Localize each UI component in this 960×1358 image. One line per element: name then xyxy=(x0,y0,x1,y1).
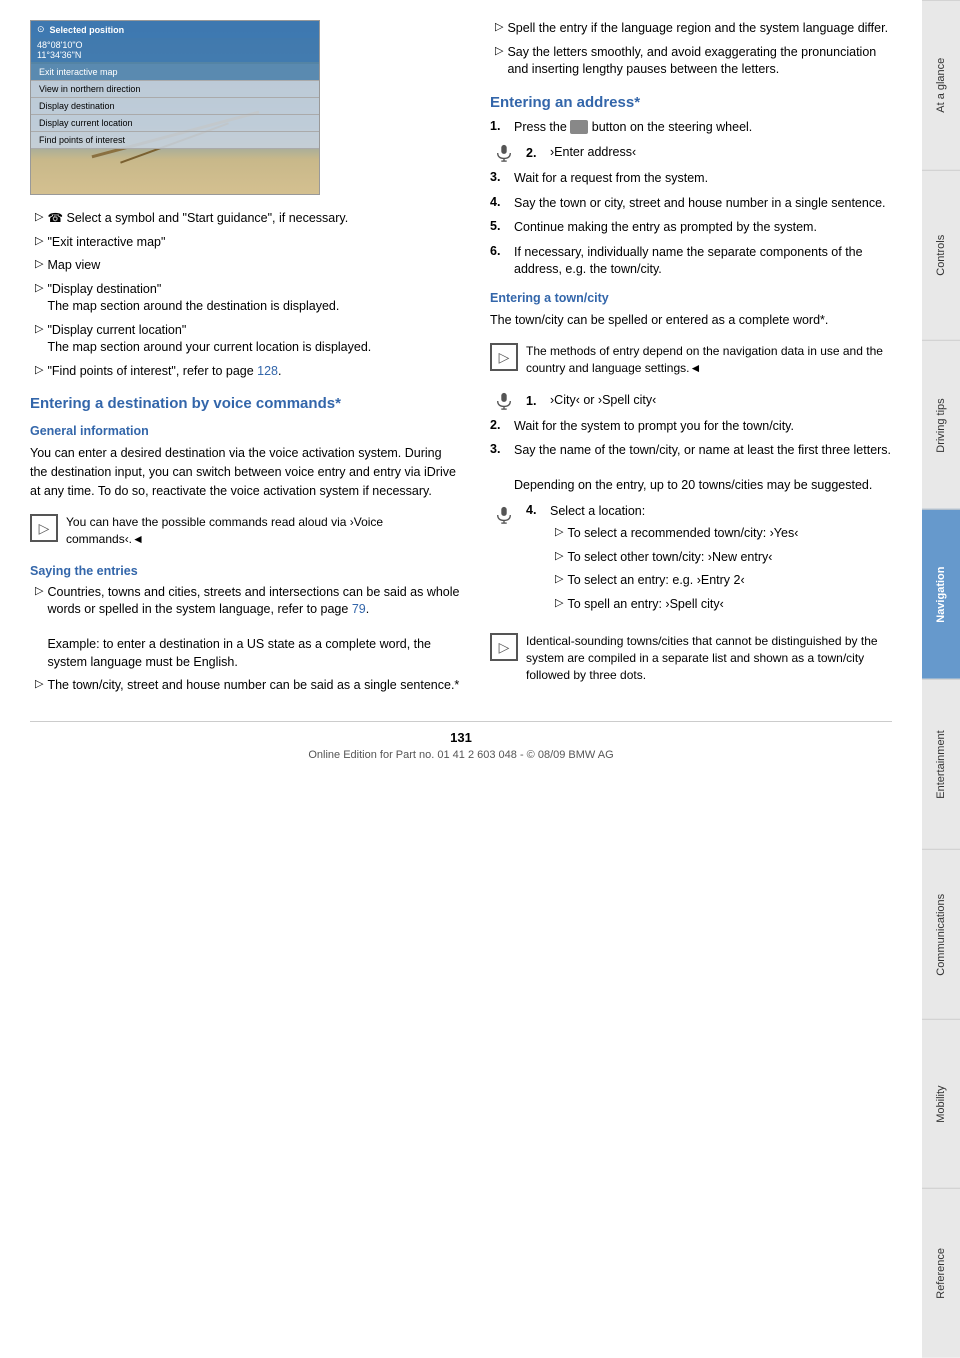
info-triangle-icon-3: ▷ xyxy=(490,633,518,661)
arrow-icon: ▷ xyxy=(495,20,503,33)
bullet-item-symbol: ▷ ☎ Select a symbol and "Start guidance"… xyxy=(30,210,460,228)
info-box-town: ▷ The methods of entry depend on the nav… xyxy=(490,339,892,381)
arrow-icon: ▷ xyxy=(555,572,563,587)
sub-heading-saying: Saying the entries xyxy=(30,564,460,578)
arrow-icon: ▷ xyxy=(35,363,43,376)
town-step-2: 2. Wait for the system to prompt you for… xyxy=(490,418,892,436)
page-footer: 131 Online Edition for Part no. 01 41 2 … xyxy=(30,721,892,761)
address-step-1: 1. Press the button on the steering whee… xyxy=(490,119,892,137)
info-triangle-icon-2: ▷ xyxy=(490,343,518,371)
sub-bullet-new: ▷ To select other town/city: ›New entry‹ xyxy=(550,549,892,567)
link-128[interactable]: 128 xyxy=(257,364,278,378)
town-step-4: 4. Select a location: ▷ To select a reco… xyxy=(490,503,892,620)
arrow-icon: ▷ xyxy=(35,322,43,335)
footer-text: Online Edition for Part no. 01 41 2 603 … xyxy=(308,749,613,761)
arrow-icon: ▷ xyxy=(555,549,563,564)
tab-communications[interactable]: Communications xyxy=(922,849,960,1019)
nav-menu-item-exit[interactable]: Exit interactive map xyxy=(31,64,319,81)
info-box-commands: ▷ You can have the possible commands rea… xyxy=(30,510,460,552)
link-79[interactable]: 79 xyxy=(352,602,366,616)
identical-box-text: Identical-sounding towns/cities that can… xyxy=(526,633,892,683)
bullet-item-map: ▷ Map view xyxy=(30,257,460,275)
side-tabs: At a glance Controls Driving tips Naviga… xyxy=(922,0,960,1358)
arrow-icon: ▷ xyxy=(35,210,43,223)
mic-icon-3 xyxy=(490,505,518,525)
address-step-5: 5. Continue making the entry as prompted… xyxy=(490,219,892,237)
bullet-item-display-loc: ▷ "Display current location"The map sect… xyxy=(30,322,460,357)
arrow-icon: ▷ xyxy=(35,234,43,247)
tab-entertainment[interactable]: Entertainment xyxy=(922,679,960,849)
nav-menu-item-display-loc[interactable]: Display current location xyxy=(31,115,319,132)
sub-bullet-yes: ▷ To select a recommended town/city: ›Ye… xyxy=(550,525,892,543)
arrow-icon: ▷ xyxy=(555,596,563,611)
tab-at-a-glance[interactable]: At a glance xyxy=(922,0,960,170)
town-step-3: 3. Say the name of the town/city, or nam… xyxy=(490,442,892,495)
nav-menu-item-find-poi[interactable]: Find points of interest xyxy=(31,132,319,149)
address-step-6: 6. If necessary, individually name the s… xyxy=(490,244,892,279)
town-intro: The town/city can be spelled or entered … xyxy=(490,311,892,330)
tab-navigation[interactable]: Navigation xyxy=(922,509,960,679)
nav-menu-item-view[interactable]: View in northern direction xyxy=(31,81,319,98)
arrow-icon: ▷ xyxy=(555,525,563,540)
bullet-item-countries: ▷ Countries, towns and cities, streets a… xyxy=(30,584,460,672)
bullet-item-display-dest: ▷ "Display destination"The map section a… xyxy=(30,281,460,316)
mic-icon xyxy=(490,143,518,163)
sub-heading-general: General information xyxy=(30,424,460,438)
tab-mobility[interactable]: Mobility xyxy=(922,1019,960,1189)
tab-reference[interactable]: Reference xyxy=(922,1188,960,1358)
arrow-icon: ▷ xyxy=(35,677,43,690)
mic-icon-2 xyxy=(490,391,518,411)
bullet-item-say-letters: ▷ Say the letters smoothly, and avoid ex… xyxy=(490,44,892,79)
address-step-3: 3. Wait for a request from the system. xyxy=(490,170,892,188)
tab-driving-tips[interactable]: Driving tips xyxy=(922,340,960,510)
general-info-text: You can enter a desired destination via … xyxy=(30,444,460,500)
section-heading-voice: Entering a destination by voice commands… xyxy=(30,395,460,412)
arrow-icon: ▷ xyxy=(35,281,43,294)
arrow-icon: ▷ xyxy=(35,257,43,270)
section-heading-address: Entering an address* xyxy=(490,94,892,111)
address-step-2: 2. ›Enter address‹ xyxy=(490,143,892,163)
sub-bullet-spell: ▷ To spell an entry: ›Spell city‹ xyxy=(550,596,892,614)
arrow-icon: ▷ xyxy=(495,44,503,57)
info-triangle-icon: ▷ xyxy=(30,514,58,542)
info-box-text: You can have the possible commands read … xyxy=(66,514,460,548)
info-box-identical: ▷ Identical-sounding towns/cities that c… xyxy=(490,629,892,687)
bullet-item-exit: ▷ "Exit interactive map" xyxy=(30,234,460,252)
right-column: ▷ Spell the entry if the language region… xyxy=(490,20,892,701)
nav-menu-item-display-dest[interactable]: Display destination xyxy=(31,98,319,115)
navigation-screen: ⊙ Selected position 48°08'10"O 11°34'36"… xyxy=(30,20,320,195)
arrow-icon: ▷ xyxy=(35,584,43,597)
page-number: 131 xyxy=(30,730,892,745)
town-info-box-text: The methods of entry depend on the navig… xyxy=(526,343,892,377)
bullet-item-find-poi: ▷ "Find points of interest", refer to pa… xyxy=(30,363,460,381)
bullet-item-spell: ▷ Spell the entry if the language region… xyxy=(490,20,892,38)
tab-controls[interactable]: Controls xyxy=(922,170,960,340)
sub-bullet-entry2: ▷ To select an entry: e.g. ›Entry 2‹ xyxy=(550,572,892,590)
bullet-item-single-sentence: ▷ The town/city, street and house number… xyxy=(30,677,460,695)
sub-heading-town: Entering a town/city xyxy=(490,291,892,305)
town-step-1: 1. ›City‹ or ›Spell city‹ xyxy=(490,391,892,411)
address-step-4: 4. Say the town or city, street and hous… xyxy=(490,195,892,213)
left-column: ⊙ Selected position 48°08'10"O 11°34'36"… xyxy=(30,20,460,701)
